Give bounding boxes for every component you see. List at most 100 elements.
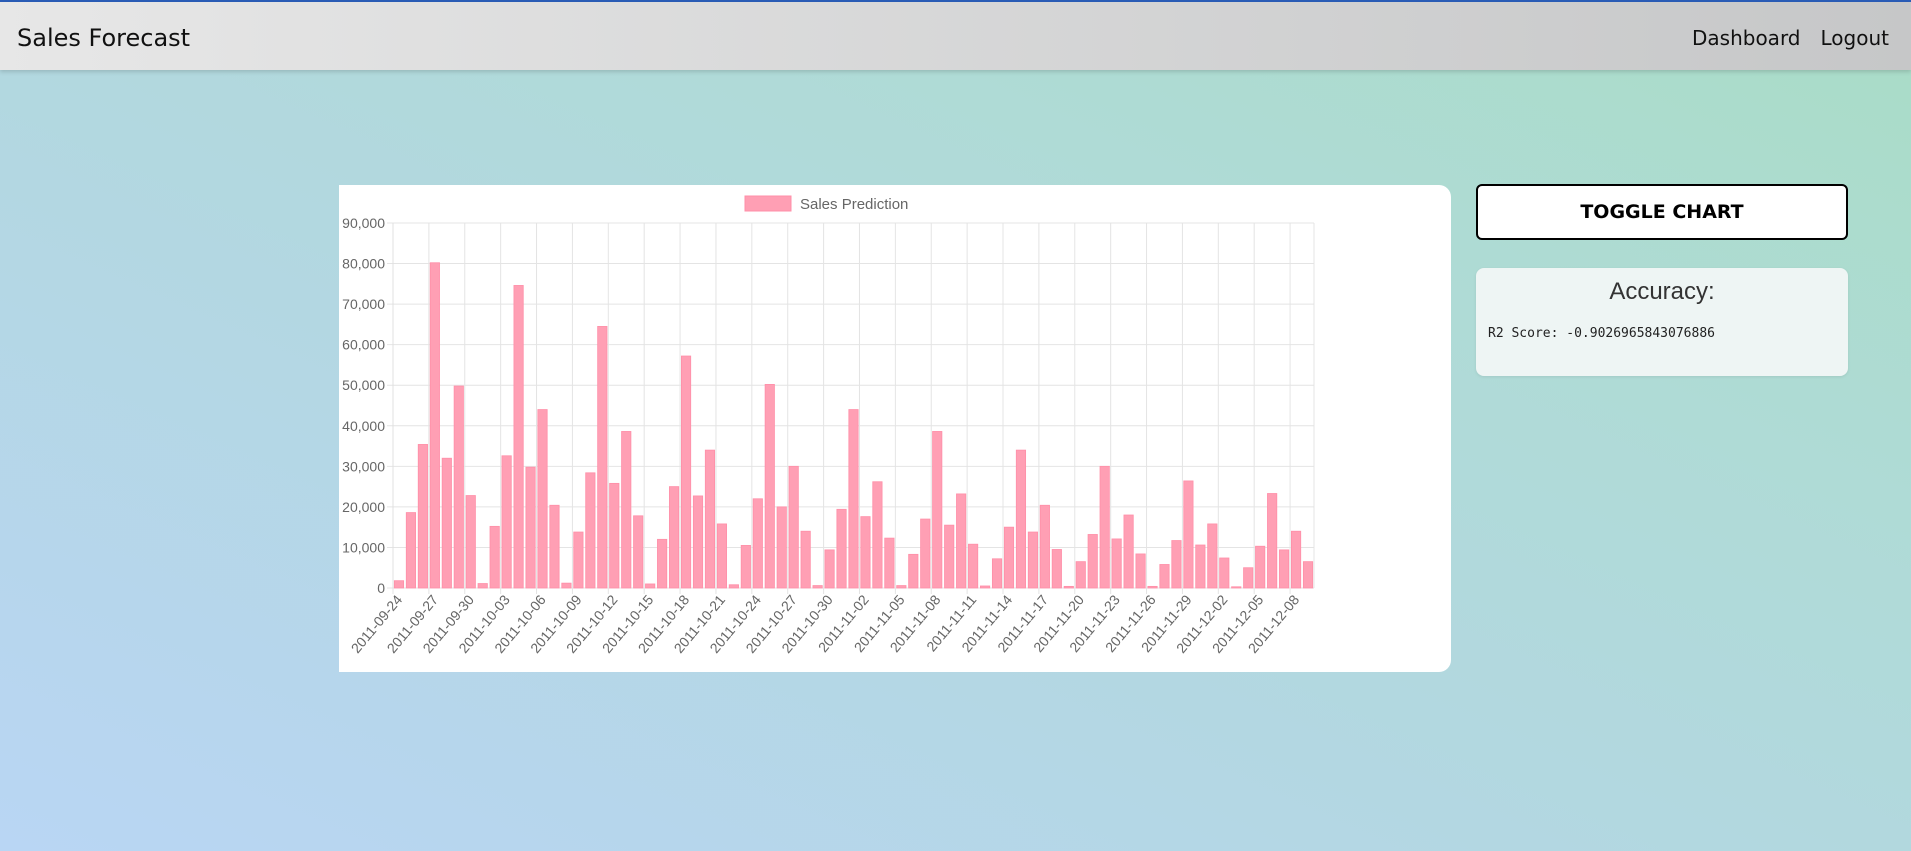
bar: [1087, 534, 1098, 589]
bar: [1063, 585, 1074, 589]
bar: [1051, 549, 1062, 589]
bar: [513, 285, 524, 589]
nav-link-dashboard[interactable]: Dashboard: [1692, 26, 1801, 50]
bar: [621, 431, 632, 589]
bar: [932, 431, 943, 589]
bar: [1039, 504, 1050, 589]
bar: [1003, 526, 1015, 589]
accuracy-title: Accuracy:: [1609, 278, 1715, 305]
bar: [1183, 480, 1194, 589]
bar: [405, 512, 417, 589]
bar: [980, 585, 991, 589]
y-tick-label: 80,000: [342, 256, 385, 272]
bar: [836, 508, 847, 589]
bar: [453, 385, 464, 589]
bar: [585, 472, 596, 589]
r2-score: R2 Score: -0.9026965843076886: [1488, 326, 1715, 341]
bar: [1147, 585, 1158, 589]
bar: [896, 585, 907, 589]
bar: [633, 515, 644, 589]
bar: [477, 583, 488, 589]
bar: [609, 482, 620, 589]
legend-label: Sales Prediction: [800, 196, 908, 213]
bar: [525, 466, 536, 589]
bar: [956, 493, 967, 589]
bar: [860, 516, 871, 589]
side-panel: TOGGLE CHART Accuracy: R2 Score: -0.9026…: [1476, 184, 1848, 376]
nav-link-logout[interactable]: Logout: [1821, 26, 1889, 50]
bar: [657, 538, 668, 589]
bar: [944, 524, 955, 589]
bar: [991, 558, 1003, 589]
bar: [1231, 586, 1242, 589]
bar: [908, 553, 919, 589]
bar: [752, 498, 763, 589]
y-tick-label: 10,000: [342, 539, 385, 555]
bar: [393, 580, 405, 589]
bar: [1111, 538, 1122, 589]
y-tick-label: 30,000: [342, 458, 385, 474]
bar: [800, 530, 811, 589]
y-tick-label: 20,000: [342, 499, 385, 515]
bar: [776, 506, 787, 589]
y-tick-label: 0: [377, 580, 385, 596]
bar: [824, 549, 835, 589]
bar: [1243, 567, 1254, 589]
bar: [812, 585, 823, 589]
bar: [501, 455, 512, 589]
bar: [1207, 523, 1218, 589]
bar: [441, 457, 452, 589]
bar: [597, 326, 608, 589]
bar: [669, 486, 680, 589]
bar: [561, 582, 572, 589]
bar: [1015, 449, 1027, 589]
toggle-chart-button[interactable]: TOGGLE CHART: [1476, 184, 1848, 240]
bar: [1159, 564, 1170, 589]
bar: [704, 449, 716, 589]
y-tick-label: 60,000: [342, 337, 385, 353]
chart-card: 0 10,000 20,000 30,000 40,000 50,000 60,000 70,…: [339, 185, 1451, 672]
bar: [788, 465, 799, 589]
bar: [848, 409, 859, 589]
bar: [549, 504, 560, 589]
legend-swatch: [744, 195, 792, 212]
bar: [1302, 561, 1314, 589]
y-tick-label: 90,000: [342, 215, 385, 231]
bar: [884, 537, 895, 589]
accuracy-card: Accuracy: R2 Score: -0.9026965843076886: [1476, 268, 1848, 376]
navbar: Sales Forecast Dashboard Logout: [0, 2, 1911, 70]
bar: [1267, 493, 1278, 589]
bar: [573, 531, 584, 589]
bar: [1075, 561, 1086, 589]
bar: [1195, 544, 1206, 589]
bar: [728, 584, 739, 589]
bar: [489, 525, 500, 589]
bar: [1290, 530, 1302, 589]
bar: [1279, 549, 1290, 589]
brand-title[interactable]: Sales Forecast: [17, 24, 190, 52]
bar: [1123, 514, 1134, 589]
bar: [1255, 545, 1266, 589]
bar: [680, 355, 692, 589]
bar: [1171, 540, 1182, 589]
bar: [1099, 465, 1110, 589]
bar: [429, 262, 440, 589]
y-tick-label: 50,000: [342, 377, 385, 393]
bar: [1135, 553, 1146, 589]
bar: [968, 543, 979, 589]
bar: [740, 545, 751, 589]
bar: [465, 495, 476, 589]
bar: [645, 583, 656, 589]
nav-links: Dashboard Logout: [1692, 26, 1889, 50]
bar: [1027, 531, 1038, 589]
bar: [1219, 557, 1230, 589]
y-tick-label: 40,000: [342, 418, 385, 434]
bar: [417, 444, 428, 589]
bar: [537, 409, 548, 589]
y-tick-label: 70,000: [342, 296, 385, 312]
bar: [920, 518, 931, 589]
bar: [716, 523, 727, 589]
bar: [764, 384, 775, 589]
sales-chart: 0 10,000 20,000 30,000 40,000 50,000 60,000 70,…: [342, 195, 1315, 656]
bar: [692, 495, 704, 589]
